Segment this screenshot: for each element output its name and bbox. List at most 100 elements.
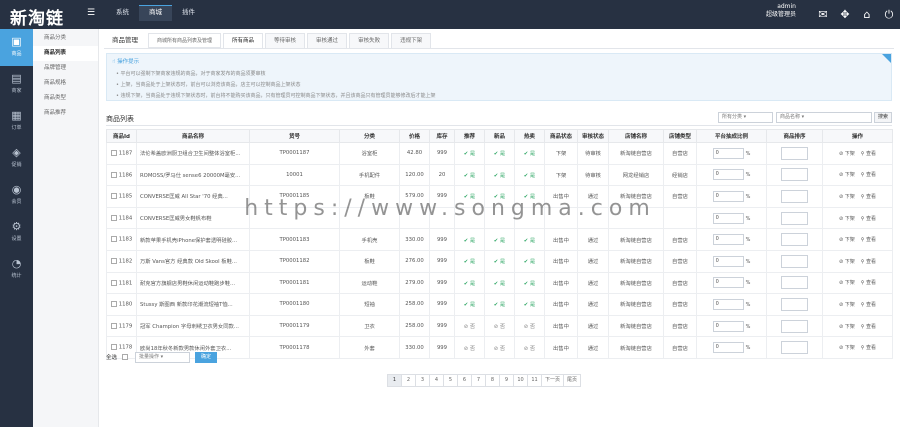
cell-name[interactable]: Stussy 斯图西 新款印花潮流短袖T恤... xyxy=(136,293,250,316)
subnav-item-list[interactable]: 商品列表 xyxy=(33,46,98,61)
tab-failed[interactable]: 审核失败 xyxy=(349,33,390,48)
home-icon[interactable]: ⌂ xyxy=(856,8,878,21)
tab-all[interactable]: 所有商品 xyxy=(223,33,264,48)
tab-pending[interactable]: 等待审核 xyxy=(265,33,306,48)
rate-input[interactable]: 0 xyxy=(712,320,744,332)
rate-input[interactable]: 0 xyxy=(712,298,744,310)
cell-name[interactable]: 冠军 Champion 字母刺绣卫衣男女同款... xyxy=(136,314,250,338)
sort-input[interactable] xyxy=(781,168,808,182)
takedown-button[interactable]: ⊘ 下架 xyxy=(839,324,855,330)
sort-input[interactable] xyxy=(781,341,808,355)
cell-new[interactable]: ✔ 是 xyxy=(484,142,515,165)
view-button[interactable]: ⚲ 查看 xyxy=(861,280,876,286)
rate-input[interactable]: 0 xyxy=(712,255,744,267)
cell-rec[interactable]: ⊘ 否 xyxy=(454,336,485,359)
search-button[interactable]: 搜索 xyxy=(874,112,892,123)
cell-new[interactable]: ✔ 是 xyxy=(484,249,515,273)
cell-rec[interactable]: ✔ 是 xyxy=(454,249,485,273)
cell-hot[interactable]: ⊘ 否 xyxy=(514,336,545,359)
page-link[interactable]: 5 xyxy=(443,374,458,387)
top-nav-mall[interactable]: 商城 xyxy=(139,5,172,21)
cell-new[interactable]: ✔ 是 xyxy=(484,163,515,187)
page-link[interactable]: 8 xyxy=(485,374,500,387)
row-checkbox[interactable] xyxy=(110,258,117,265)
sort-input[interactable] xyxy=(781,233,808,247)
cell-name[interactable]: 新款苹果手机壳iPhone保护套透明硅胶... xyxy=(136,228,250,251)
row-checkbox[interactable] xyxy=(110,236,117,243)
row-checkbox[interactable] xyxy=(110,344,117,351)
select-all-checkbox[interactable] xyxy=(122,354,128,360)
takedown-button[interactable]: ⊘ 下架 xyxy=(839,172,855,178)
col-id[interactable]: 商品Id xyxy=(106,129,137,143)
cell-rec[interactable]: ✔ 是 xyxy=(454,293,485,316)
takedown-button[interactable]: ⊘ 下架 xyxy=(839,345,855,351)
sort-input[interactable] xyxy=(781,146,808,160)
rate-input[interactable]: 0 xyxy=(712,147,744,159)
category-select[interactable]: 所有分类 ▾ xyxy=(718,112,773,123)
row-checkbox[interactable] xyxy=(110,301,117,308)
cell-hot[interactable]: ✔ 是 xyxy=(514,293,545,316)
page-link[interactable]: 7 xyxy=(471,374,486,387)
cell-new[interactable]: ✔ 是 xyxy=(484,293,515,316)
page-link[interactable]: 3 xyxy=(415,374,430,387)
cell-hot[interactable]: ✔ 是 xyxy=(514,271,545,295)
page-link[interactable]: 11 xyxy=(527,374,542,387)
confirm-button[interactable]: 确定 xyxy=(195,352,217,363)
view-button[interactable]: ⚲ 查看 xyxy=(861,345,876,351)
cell-name[interactable]: 耐克官方旗舰店男鞋休闲运动鞋跑步鞋... xyxy=(136,271,250,295)
page-link[interactable]: 下一页 xyxy=(541,374,565,387)
view-button[interactable]: ⚲ 查看 xyxy=(861,237,876,243)
takedown-button[interactable]: ⊘ 下架 xyxy=(839,151,855,157)
page-link[interactable]: 2 xyxy=(401,374,416,387)
tab-violation[interactable]: 违规下架 xyxy=(391,33,432,48)
subnav-item-category[interactable]: 商品分类 xyxy=(33,31,98,46)
view-button[interactable]: ⚲ 查看 xyxy=(861,302,876,308)
row-checkbox[interactable] xyxy=(110,322,117,329)
cell-rec[interactable]: ✔ 是 xyxy=(454,228,485,251)
page-link[interactable]: 10 xyxy=(513,374,528,387)
sort-input[interactable] xyxy=(781,297,808,311)
view-button[interactable]: ⚲ 查看 xyxy=(861,324,876,330)
cell-new[interactable]: ✔ 是 xyxy=(484,271,515,295)
cell-hot[interactable]: ✔ 是 xyxy=(514,228,545,251)
view-button[interactable]: ⚲ 查看 xyxy=(861,259,876,265)
view-button[interactable]: ⚲ 查看 xyxy=(861,172,876,178)
cell-name[interactable]: 万斯 Vans官方 经典款 Old Skool 板鞋... xyxy=(136,249,250,273)
rate-input[interactable]: 0 xyxy=(712,277,744,289)
takedown-button[interactable]: ⊘ 下架 xyxy=(839,302,855,308)
subnav-item-brand[interactable]: 品牌管理 xyxy=(33,61,98,76)
page-link[interactable]: 尾页 xyxy=(563,374,582,387)
row-checkbox[interactable] xyxy=(110,279,117,286)
rate-input[interactable]: 0 xyxy=(712,342,744,354)
power-icon[interactable]: ⏻ xyxy=(878,8,900,22)
subnav-item-recommend[interactable]: 商品推荐 xyxy=(33,106,98,121)
sort-input[interactable] xyxy=(781,254,808,268)
hamburger-icon[interactable]: ☰ xyxy=(87,8,95,18)
cell-rec[interactable]: ⊘ 否 xyxy=(454,314,485,338)
rate-input[interactable]: 0 xyxy=(712,234,744,246)
cell-hot[interactable]: ⊘ 否 xyxy=(514,314,545,338)
rail-item-goods[interactable]: ▣ 商品 xyxy=(0,29,33,66)
rail-item-stat[interactable]: ◔ 统计 xyxy=(0,251,33,288)
rail-item-promo[interactable]: ◈ 促销 xyxy=(0,140,33,177)
page-link[interactable]: 6 xyxy=(457,374,472,387)
sort-input[interactable] xyxy=(781,276,808,290)
cell-hot[interactable]: ✔ 是 xyxy=(514,249,545,273)
row-checkbox[interactable] xyxy=(110,150,117,157)
cell-rec[interactable]: ✔ 是 xyxy=(454,142,485,165)
subnav-item-spec[interactable]: 商品规格 xyxy=(33,76,98,91)
cell-hot[interactable]: ✔ 是 xyxy=(514,163,545,187)
sort-input[interactable] xyxy=(781,319,808,333)
expand-icon[interactable]: ✥ xyxy=(834,8,856,21)
cell-new[interactable]: ✔ 是 xyxy=(484,228,515,251)
cell-new[interactable]: ⊘ 否 xyxy=(484,336,515,359)
cell-rec[interactable]: ✔ 是 xyxy=(454,271,485,295)
message-icon[interactable]: ✉ xyxy=(812,8,834,21)
takedown-button[interactable]: ⊘ 下架 xyxy=(839,237,855,243)
top-nav-system[interactable]: 系统 xyxy=(106,5,139,21)
rail-item-order[interactable]: ▦ 订单 xyxy=(0,103,33,140)
subnav-item-type[interactable]: 商品类型 xyxy=(33,91,98,106)
page-link[interactable]: 1 xyxy=(387,374,402,387)
page-link[interactable]: 4 xyxy=(429,374,444,387)
cell-name[interactable]: ROMOSS/罗马仕 sense6 20000M毫安... xyxy=(136,163,250,187)
